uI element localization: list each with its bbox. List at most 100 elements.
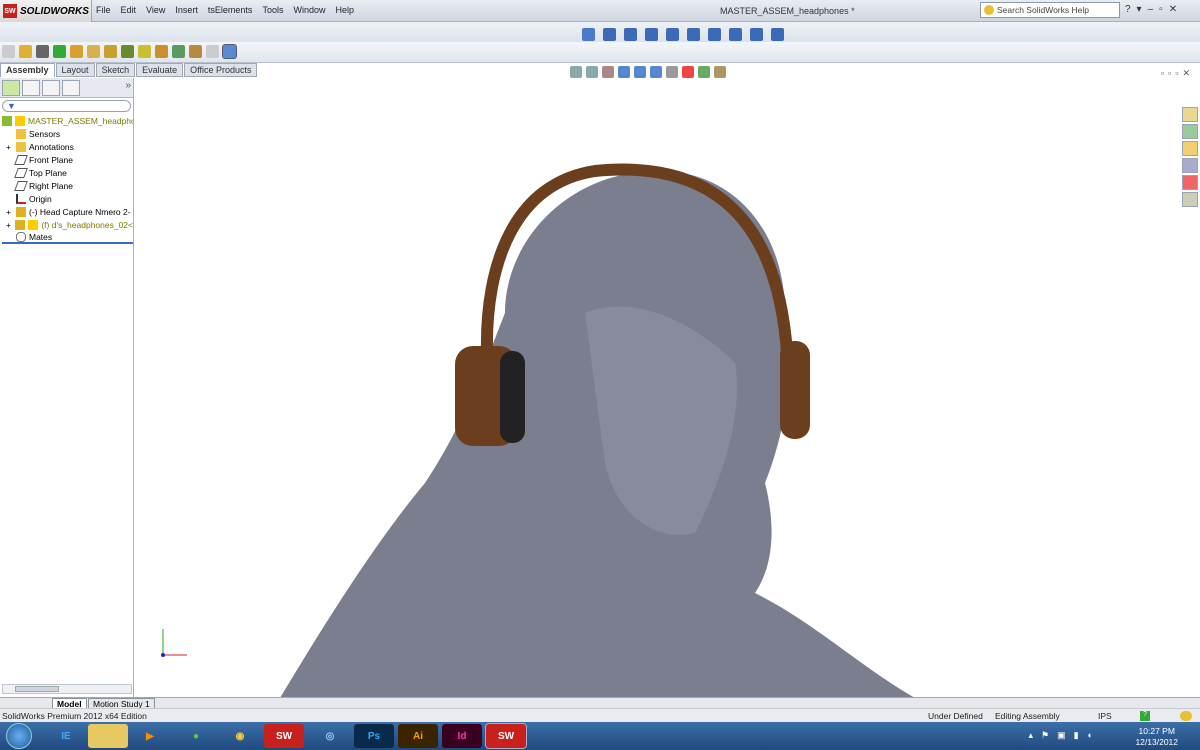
horizontal-scrollbar[interactable] [2,684,132,694]
menu-help[interactable]: Help [335,5,354,15]
menu-edit[interactable]: Edit [121,5,137,15]
menu-window[interactable]: Window [293,5,325,15]
menu-tools[interactable]: Tools [262,5,283,15]
solidworks-logo[interactable]: SW SOLIDWORKS [0,0,92,22]
view-palette-icon[interactable] [1182,158,1198,173]
view-icon[interactable] [666,28,679,41]
start-button[interactable] [6,723,32,749]
home-icon[interactable] [1182,107,1198,122]
menu-file[interactable]: File [96,5,111,15]
expand-icon[interactable]: + [6,220,15,230]
tree-root-assembly[interactable]: MASTER_ASSEM_headphon [2,114,133,127]
taskbar-indesign[interactable]: Id [442,724,482,748]
tab-evaluate[interactable]: Evaluate [136,63,184,77]
appearance-icon[interactable] [682,66,694,78]
tab-assembly[interactable]: Assembly [0,63,55,77]
expand-icon[interactable]: + [6,142,16,152]
custom-properties-icon[interactable] [1182,192,1198,207]
open-icon[interactable] [19,45,32,58]
display-style-icon[interactable] [650,66,662,78]
tab-sketch[interactable]: Sketch [95,63,136,77]
configurationmanager-tab-icon[interactable] [42,80,60,96]
taskbar-media[interactable]: ▶ [130,724,170,748]
view-settings-icon[interactable] [714,66,726,78]
units-selector[interactable]: IPS [1098,711,1112,721]
view-icon[interactable] [729,28,742,41]
taskbar-ie[interactable]: IE [46,724,86,748]
file-explorer-icon[interactable] [1182,141,1198,156]
menu-tselements[interactable]: tsElements [208,5,253,15]
view-icon[interactable] [645,28,658,41]
tree-item-headphones[interactable]: + (f) d's_headphones_02< [2,218,133,231]
mates-icon [16,231,26,242]
assembly-features-icon[interactable] [121,45,134,58]
bill-of-materials-icon[interactable] [172,45,185,58]
menu-insert[interactable]: Insert [175,5,198,15]
taskbar-solidworks[interactable]: SW [264,724,304,748]
tree-item-top-plane[interactable]: Top Plane [2,166,133,179]
section-view-icon[interactable] [618,66,630,78]
smart-fasteners-icon[interactable] [70,45,83,58]
tree-item-annotations[interactable]: + Annotations [2,140,133,153]
window-controls[interactable]: ?▾–▫✕ [1125,4,1183,15]
insert-component-icon[interactable] [2,45,15,58]
edition-label: SolidWorks Premium 2012 x64 Edition [2,711,147,721]
clock[interactable]: 10:27 PM 12/13/2012 [1135,726,1178,748]
displaymanager-tab-icon[interactable] [62,80,80,96]
tree-item-head-capture[interactable]: + (-) Head Capture Nmero 2- [2,205,133,218]
reference-geometry-icon[interactable] [138,45,151,58]
hide-show-icon[interactable] [104,45,117,58]
expand-icon[interactable]: + [6,207,16,217]
taskbar-explorer[interactable] [88,724,128,748]
taskbar-solidworks-active[interactable]: SW [485,723,527,749]
tab-layout[interactable]: Layout [55,63,95,77]
taskbar-photoshop[interactable]: Ps [354,724,394,748]
tree-item-mates[interactable]: Mates [2,231,133,244]
view-icon[interactable] [750,28,763,41]
view-icon[interactable] [582,28,595,41]
view-icon[interactable] [687,28,700,41]
view-icon[interactable] [708,28,721,41]
help-icon[interactable]: ? [1140,711,1150,721]
scrollbar-thumb[interactable] [15,686,59,692]
tab-office-products[interactable]: Office Products [184,63,258,77]
zoom-to-fit-icon[interactable] [570,66,582,78]
tree-item-front-plane[interactable]: Front Plane [2,153,133,166]
previous-view-icon[interactable] [602,66,614,78]
view-icon[interactable] [603,28,616,41]
move-component-icon[interactable] [87,45,100,58]
taskbar-spotify[interactable]: ● [176,724,216,748]
appearances-icon[interactable] [1182,175,1198,190]
menu-view[interactable]: View [146,5,165,15]
design-library-icon[interactable] [1182,124,1198,139]
new-motion-study-icon[interactable] [155,45,168,58]
expand-chevron-icon[interactable]: » [125,80,131,95]
explode-line-icon[interactable] [206,45,219,58]
taskbar-illustrator[interactable]: Ai [398,724,438,748]
view-orientation-icon[interactable] [634,66,646,78]
taskbar-chrome[interactable]: ◉ [220,724,260,748]
search-input[interactable]: Search SolidWorks Help [980,2,1120,18]
head-model [280,170,915,699]
instant3d-icon[interactable] [222,44,237,59]
tree-item-right-plane[interactable]: Right Plane [2,179,133,192]
scene-icon[interactable] [698,66,710,78]
graphics-area[interactable] [135,78,1200,699]
propertymanager-tab-icon[interactable] [22,80,40,96]
taskbar-app[interactable]: ◎ [310,724,350,748]
tree-filter-input[interactable]: ▼ [2,100,131,112]
part-icon [16,206,26,217]
featuremanager-tab-icon[interactable] [2,80,20,96]
zoom-area-icon[interactable] [586,66,598,78]
view-icon[interactable] [771,28,784,41]
rebuild-icon[interactable] [1180,711,1192,721]
tree-item-origin[interactable]: Origin [2,192,133,205]
view-icon[interactable] [624,28,637,41]
mate-icon[interactable] [36,45,49,58]
viewport-window-controls[interactable]: ▫▫▫✕ [1161,68,1194,79]
exploded-view-icon[interactable] [189,45,202,58]
hide-show-items-icon[interactable] [666,66,678,78]
tree-item-sensors[interactable]: Sensors [2,127,133,140]
system-tray[interactable]: ▴⚑▣▮◖ [1029,730,1100,741]
linear-pattern-icon[interactable] [53,45,66,58]
